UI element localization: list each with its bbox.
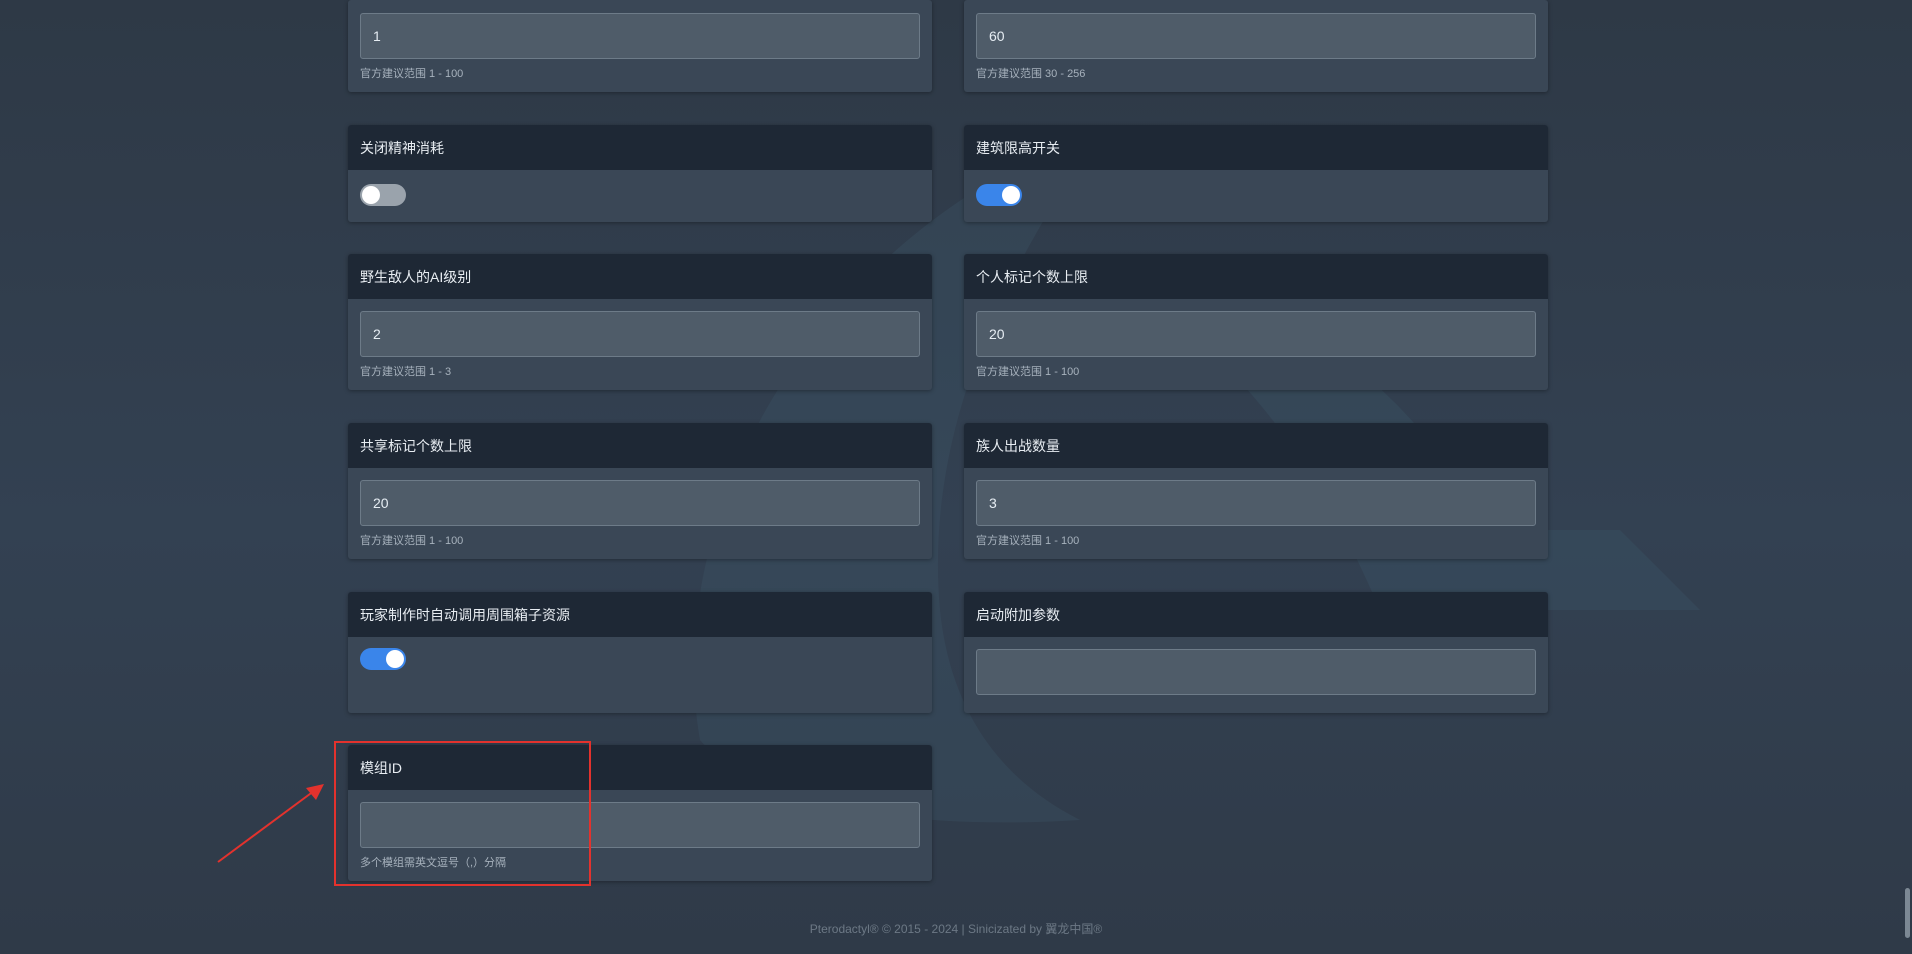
top-left-value-input[interactable] xyxy=(360,13,920,59)
top-right-value-input[interactable] xyxy=(976,13,1536,59)
mod-id-title: 模组ID xyxy=(348,745,932,790)
setting-card-building-height-limit: 建筑限高开关 xyxy=(964,125,1548,222)
disable-sanity-toggle[interactable] xyxy=(360,184,406,206)
top-left-hint: 官方建议范围 1 - 100 xyxy=(360,68,464,80)
red-arrow-icon xyxy=(217,784,324,863)
top-right-hint: 官方建议范围 30 - 256 xyxy=(976,68,1086,80)
page-footer: Pterodactyl® © 2015 - 2024 | Sinicizated… xyxy=(809,922,1103,936)
setting-card-disable-sanity: 关闭精神消耗 xyxy=(348,125,932,222)
personal-markers-hint: 官方建议范围 1 - 100 xyxy=(976,366,1080,378)
startup-params-title: 启动附加参数 xyxy=(964,592,1548,637)
personal-markers-title: 个人标记个数上限 xyxy=(964,254,1548,299)
wild-enemy-ai-hint: 官方建议范围 1 - 3 xyxy=(360,366,452,378)
setting-card-shared-markers: 共享标记个数上限 官方建议范围 1 - 100 xyxy=(348,423,932,559)
mod-id-hint: 多个模组需英文逗号（,）分隔 xyxy=(360,857,507,869)
auto-use-chest-resources-toggle[interactable] xyxy=(360,648,406,670)
disable-sanity-title: 关闭精神消耗 xyxy=(348,125,932,170)
setting-card-startup-params: 启动附加参数 xyxy=(964,592,1548,713)
building-height-limit-title: 建筑限高开关 xyxy=(964,125,1548,170)
shared-markers-title: 共享标记个数上限 xyxy=(348,423,932,468)
vertical-scrollbar[interactable] xyxy=(1905,888,1910,938)
clan-battle-count-title: 族人出战数量 xyxy=(964,423,1548,468)
toggle-knob xyxy=(386,650,404,668)
server-settings-page: 官方建议范围 1 - 100 官方建议范围 30 - 256 关闭精神消耗 建筑… xyxy=(0,0,1912,954)
setting-card-top-right: 官方建议范围 30 - 256 xyxy=(964,0,1548,92)
wild-enemy-ai-title: 野生敌人的AI级别 xyxy=(348,254,932,299)
setting-card-clan-battle-count: 族人出战数量 官方建议范围 1 - 100 xyxy=(964,423,1548,559)
toggle-knob xyxy=(362,186,380,204)
setting-card-top-left: 官方建议范围 1 - 100 xyxy=(348,0,932,92)
mod-id-input[interactable] xyxy=(360,802,920,848)
startup-params-input[interactable] xyxy=(976,649,1536,695)
auto-use-chest-resources-title: 玩家制作时自动调用周围箱子资源 xyxy=(348,592,932,637)
clan-battle-count-input[interactable] xyxy=(976,480,1536,526)
personal-markers-input[interactable] xyxy=(976,311,1536,357)
building-height-limit-toggle[interactable] xyxy=(976,184,1022,206)
shared-markers-input[interactable] xyxy=(360,480,920,526)
shared-markers-hint: 官方建议范围 1 - 100 xyxy=(360,535,464,547)
clan-battle-count-hint: 官方建议范围 1 - 100 xyxy=(976,535,1080,547)
toggle-knob xyxy=(1002,186,1020,204)
setting-card-wild-enemy-ai: 野生敌人的AI级别 官方建议范围 1 - 3 xyxy=(348,254,932,390)
setting-card-personal-markers: 个人标记个数上限 官方建议范围 1 - 100 xyxy=(964,254,1548,390)
setting-card-mod-id: 模组ID 多个模组需英文逗号（,）分隔 xyxy=(348,745,932,881)
wild-enemy-ai-input[interactable] xyxy=(360,311,920,357)
setting-card-auto-use-chest-resources: 玩家制作时自动调用周围箱子资源 xyxy=(348,592,932,713)
